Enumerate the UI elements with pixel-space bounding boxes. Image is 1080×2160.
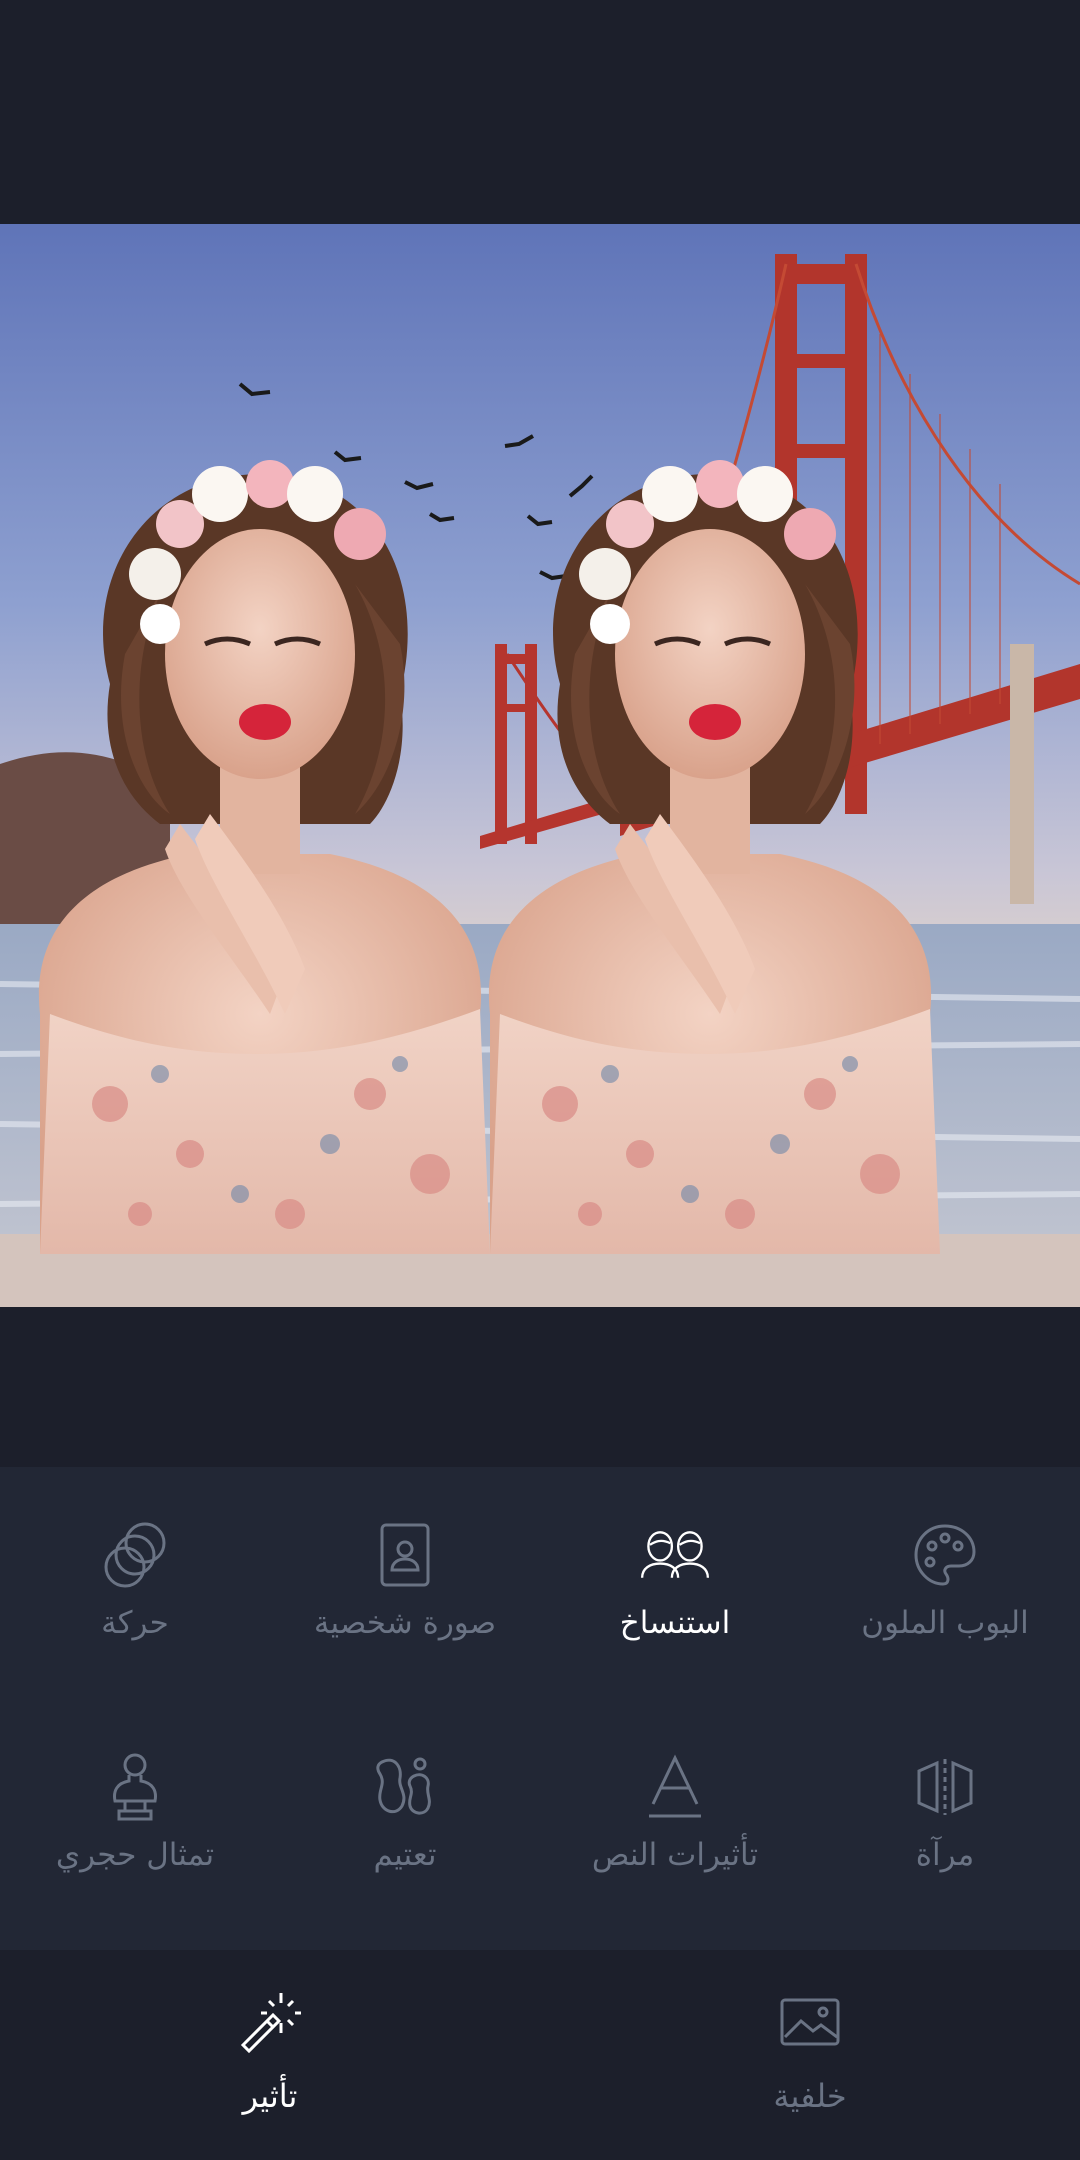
canvas-bottom-spacer: [0, 1307, 1080, 1467]
motion-circles-icon: [99, 1519, 171, 1591]
tool-label: استنساخ: [619, 1605, 731, 1641]
tool-label: تعتيم: [373, 1837, 437, 1873]
tool-blur[interactable]: تعتيم: [270, 1699, 540, 1931]
edited-photo: [0, 224, 1080, 1307]
tool-color-pop[interactable]: البوب الملون: [810, 1467, 1080, 1699]
tool-label: صورة شخصية: [313, 1605, 497, 1641]
tools-row-1: البوب الملون استنساخ صورة شخصية حركة: [0, 1467, 1080, 1699]
tool-label: تمثال حجري: [55, 1837, 215, 1873]
nav-background[interactable]: خلفية: [540, 1950, 1080, 2160]
effect-tools-panel: البوب الملون استنساخ صورة شخصية حركة مرآ…: [0, 1467, 1080, 1950]
tool-label: البوب الملون: [861, 1605, 1029, 1641]
clone-people-icon: [639, 1519, 711, 1591]
nav-effect-label: تأثير: [242, 2077, 298, 2115]
blur-shapes-icon: [369, 1751, 441, 1823]
nav-background-label: خلفية: [773, 2077, 847, 2115]
tool-label: مرآة: [915, 1837, 975, 1873]
tools-row-2: مرآة تأثيرات النص تعتيم تمثال حجري: [0, 1699, 1080, 1931]
text-effects-icon: [639, 1751, 711, 1823]
bottom-navigation: خلفية تأثير: [0, 1950, 1080, 2160]
image-icon: [774, 1986, 846, 2058]
tool-mirror[interactable]: مرآة: [810, 1699, 1080, 1931]
tool-clone[interactable]: استنساخ: [540, 1467, 810, 1699]
tool-statue[interactable]: تمثال حجري: [0, 1699, 270, 1931]
palette-icon: [909, 1519, 981, 1591]
tool-label: حركة: [101, 1605, 169, 1641]
portrait-icon: [369, 1519, 441, 1591]
bust-statue-icon: [99, 1751, 171, 1823]
photo-canvas[interactable]: [0, 224, 1080, 1307]
top-bar: [0, 0, 1080, 224]
tool-text-effects[interactable]: تأثيرات النص: [540, 1699, 810, 1931]
nav-effect[interactable]: تأثير: [0, 1950, 540, 2160]
tool-portrait[interactable]: صورة شخصية: [270, 1467, 540, 1699]
magic-wand-icon: [234, 1986, 306, 2058]
tool-label: تأثيرات النص: [591, 1837, 759, 1873]
mirror-icon: [909, 1751, 981, 1823]
tool-motion[interactable]: حركة: [0, 1467, 270, 1699]
